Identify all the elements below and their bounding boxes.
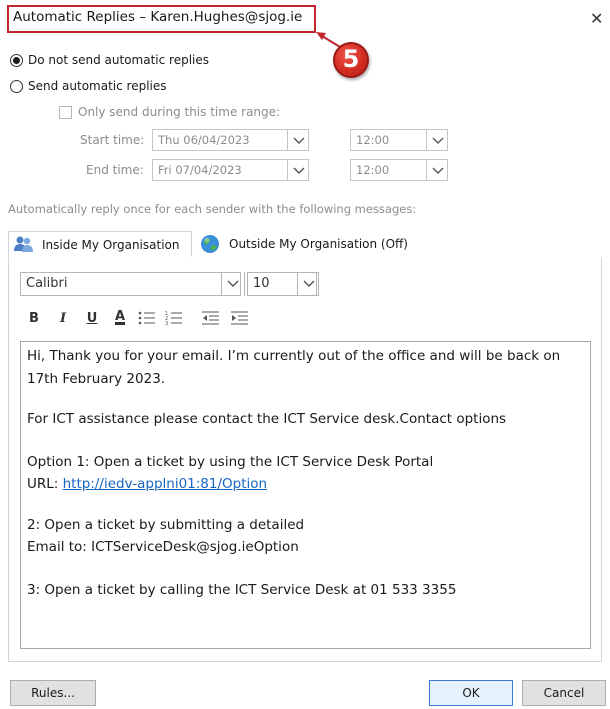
increase-indent-icon[interactable] (231, 310, 249, 326)
chevron-down-icon (227, 280, 239, 287)
message-url-line: URL: http://iedv-applni01:81/Option (27, 476, 267, 492)
message-line: 2: Open a ticket by submitting a detaile… (27, 517, 305, 533)
tab-outside-organisation[interactable]: Outside My Organisation (Off) (196, 231, 414, 257)
start-time-dropdown[interactable] (426, 129, 448, 151)
radio-send-label[interactable]: Send automatic replies (28, 79, 167, 93)
font-name-dropdown[interactable] (221, 272, 241, 296)
bullet-list-icon[interactable] (138, 310, 156, 326)
tab-outside-label: Outside My Organisation (Off) (229, 237, 408, 251)
end-date-field[interactable]: Fri 07/04/2023 (152, 159, 288, 181)
chevron-down-icon (432, 167, 444, 174)
callout-arrow (316, 32, 346, 51)
message-editor[interactable] (20, 341, 591, 649)
rules-button[interactable]: Rules... (10, 680, 96, 706)
message-line: Hi, Thank you for your email. I’m curren… (27, 348, 561, 364)
font-color-button[interactable]: A (110, 309, 130, 324)
svg-text:3: 3 (165, 321, 168, 326)
radio-send[interactable] (10, 80, 23, 93)
cancel-button[interactable]: Cancel (522, 680, 606, 706)
people-icon (14, 236, 33, 252)
start-time-field[interactable]: 12:00 (350, 129, 427, 151)
messages-caption: Automatically reply once for each sender… (8, 202, 417, 216)
bold-button[interactable]: B (24, 311, 44, 326)
toolbar-separator (244, 272, 245, 296)
radio-do-not-send-label[interactable]: Do not send automatic replies (28, 53, 209, 67)
portal-link[interactable]: http://iedv-applni01:81/Option (63, 476, 267, 492)
globe-icon (201, 235, 219, 253)
numbered-list-icon[interactable]: 1 2 3 (165, 310, 183, 326)
font-size-dropdown[interactable] (297, 272, 317, 296)
end-time-field[interactable]: 12:00 (350, 159, 427, 181)
font-name-select[interactable]: Calibri (20, 272, 232, 296)
message-line: Option 1: Open a ticket by using the ICT… (27, 454, 434, 470)
time-range-checkbox[interactable] (59, 106, 72, 119)
start-date-dropdown[interactable] (287, 129, 309, 151)
end-time-label: End time: (86, 163, 144, 177)
underline-button[interactable]: U (82, 311, 102, 326)
message-line: 3: Open a ticket by calling the ICT Serv… (27, 582, 457, 598)
italic-button[interactable]: I (53, 311, 73, 326)
start-date-field[interactable]: Thu 06/04/2023 (152, 129, 288, 151)
message-line: Email to: ICTServiceDesk@sjog.ieOption (27, 539, 299, 555)
start-time-label: Start time: (80, 133, 145, 147)
tab-inside-organisation[interactable]: Inside My Organisation (8, 231, 192, 257)
radio-do-not-send[interactable] (10, 54, 23, 67)
chevron-down-icon (293, 137, 305, 144)
tab-inside-label: Inside My Organisation (42, 238, 180, 252)
decrease-indent-icon[interactable] (202, 310, 220, 326)
message-line: For ICT assistance please contact the IC… (27, 411, 507, 427)
callout-badge: 5 (333, 42, 369, 78)
end-time-dropdown[interactable] (426, 159, 448, 181)
chevron-down-icon (293, 167, 305, 174)
url-prefix: URL: (27, 476, 63, 492)
time-range-label: Only send during this time range: (78, 105, 281, 119)
end-date-dropdown[interactable] (287, 159, 309, 181)
ok-button[interactable]: OK (429, 680, 513, 706)
message-line: 17th February 2023. (27, 371, 166, 387)
chevron-down-icon (303, 280, 315, 287)
chevron-down-icon (432, 137, 444, 144)
